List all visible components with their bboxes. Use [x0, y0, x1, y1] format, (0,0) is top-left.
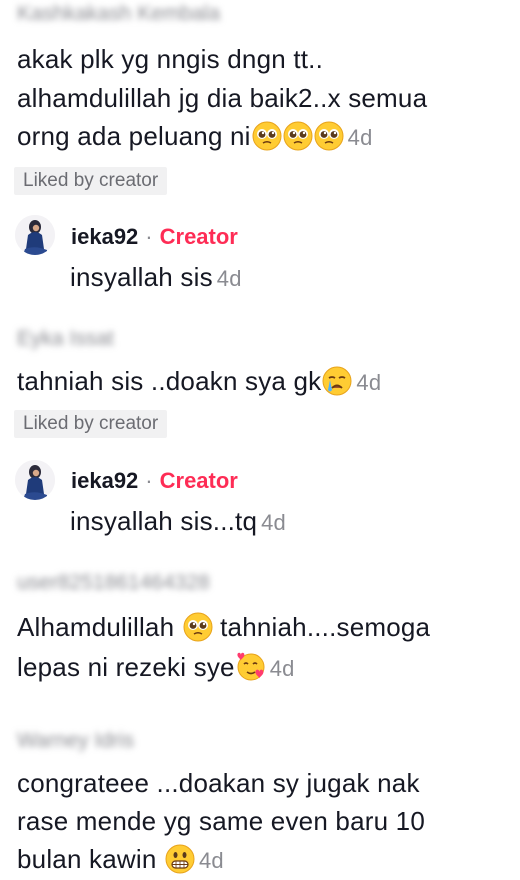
grinning-face-emoji-icon	[165, 844, 195, 874]
comment-username[interactable]: Eyka Issat	[17, 327, 114, 351]
avatar[interactable]	[15, 215, 55, 255]
comment-text-last-line: orng ada peluang ni 4d	[17, 117, 373, 157]
creator-badge: Creator	[159, 224, 238, 249]
comment-text-line: congrateee ...doakan sy jugak nak	[17, 768, 420, 798]
comment-text-line: rase mende yg same even baru 10	[17, 806, 425, 836]
reply-text-line: insyallah sis 4d	[70, 258, 242, 298]
smiling-hearts-emoji-icon	[236, 652, 265, 681]
reply-text-line: insyallah sis...tq 4d	[70, 502, 286, 542]
reply-time: 4d	[216, 266, 242, 291]
pleading-face-emoji-icon	[182, 612, 213, 642]
pleading-face-emoji-icon	[282, 121, 313, 151]
comment-text-line: lepas ni rezeki sye	[17, 652, 235, 682]
comment-username[interactable]: Kashkakash Kembala	[17, 2, 220, 26]
separator-dot: ·	[145, 224, 153, 249]
crying-face-emoji-icon	[322, 366, 353, 396]
comment-time: 4d	[347, 125, 373, 150]
comment-text-part: Alhamdulillah	[17, 612, 175, 642]
avatar[interactable]	[15, 460, 55, 500]
reply-header: ieka92 · Creator	[71, 468, 238, 494]
avatar-icon	[15, 460, 55, 500]
comment-username[interactable]: user8251861464328	[17, 571, 210, 595]
reply-text: insyallah sis...tq	[70, 506, 258, 536]
avatar-icon	[15, 215, 55, 255]
comment-text-line: akak plk yg nngis dngn tt..	[17, 44, 324, 74]
reply-text: insyallah sis	[70, 262, 213, 292]
pleading-face-emoji-icon	[313, 121, 344, 151]
reply-username[interactable]: ieka92	[71, 224, 138, 249]
comment-text-line: bulan kawin	[17, 844, 157, 874]
comment-time: 4d	[269, 656, 295, 681]
liked-by-creator-badge: Liked by creator	[14, 410, 168, 438]
creator-badge: Creator	[159, 468, 238, 493]
separator-dot: ·	[145, 468, 153, 493]
comment-text-line: tahniah sis ..doakn sya gk	[17, 366, 322, 396]
pleading-face-emoji-icon	[251, 121, 282, 151]
liked-by-creator-badge: Liked by creator	[14, 167, 168, 195]
comment-text-line: alhamdulillah jg dia baik2..x semua	[17, 83, 428, 113]
comment-text-last-line: bulan kawin 4d	[17, 840, 224, 880]
reply-time: 4d	[261, 510, 286, 535]
comment-text-last-line: lepas ni rezeki sye 4d	[17, 648, 295, 688]
comment-text-line: orng ada peluang ni	[17, 121, 251, 151]
reply-username[interactable]: ieka92	[71, 468, 138, 493]
comment-username[interactable]: Warney Idris	[17, 729, 134, 753]
comment-text-last-line: tahniah sis ..doakn sya gk 4d	[17, 362, 381, 402]
comment-time: 4d	[356, 370, 382, 395]
reply-header: ieka92 · Creator	[71, 224, 238, 250]
comment-text-part: tahniah....semoga	[220, 612, 431, 642]
comment-time: 4d	[198, 848, 224, 873]
comment-text-line: Alhamdulillah tahniah....semoga	[17, 608, 430, 646]
